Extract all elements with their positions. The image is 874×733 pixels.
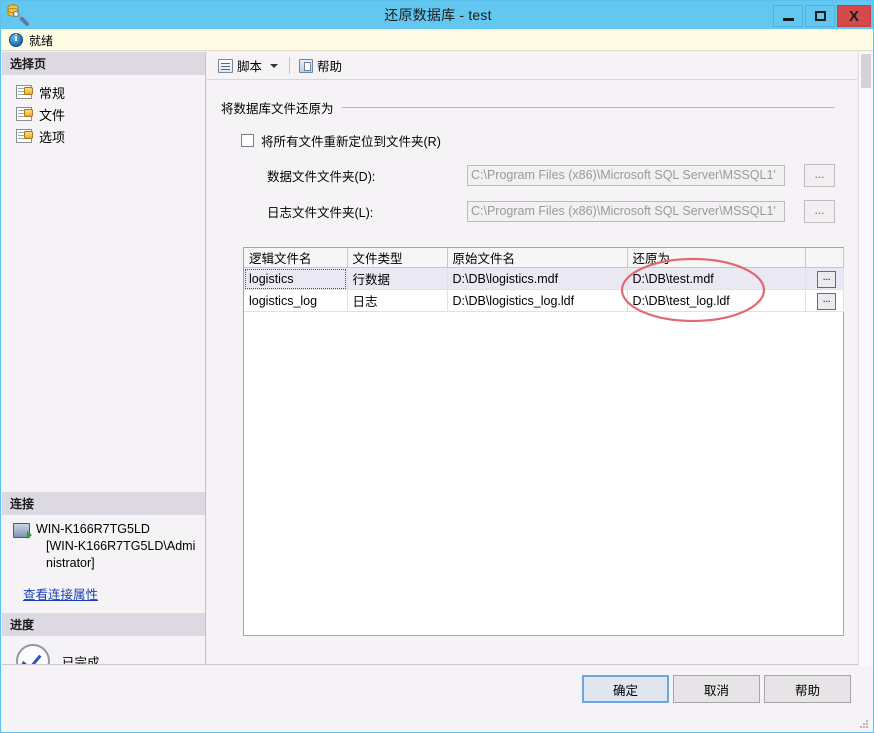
- cell-original-name[interactable]: D:\DB\logistics_log.ldf: [447, 289, 628, 312]
- chevron-down-icon[interactable]: [270, 63, 279, 68]
- data-folder-browse-button[interactable]: ...: [804, 164, 835, 187]
- close-icon: X: [848, 7, 859, 25]
- connection-info: WIN-K166R7TG5LD [WIN-K166R7TG5LD\Adminis…: [2, 515, 205, 613]
- restore-database-icon: [4, 2, 30, 28]
- cell-file-type[interactable]: 日志: [347, 289, 448, 312]
- progress-header: 进度: [2, 613, 205, 636]
- cancel-button[interactable]: 取消: [673, 675, 760, 703]
- script-label: 脚本: [237, 60, 263, 74]
- cell-original-name[interactable]: D:\DB\logistics.mdf: [447, 267, 628, 290]
- script-button[interactable]: 脚本: [214, 55, 266, 77]
- script-icon: [218, 58, 233, 73]
- page-icon: [16, 107, 33, 121]
- data-folder-label: 数据文件文件夹(D):: [267, 170, 376, 184]
- server-icon: [13, 523, 32, 539]
- column-header-original-name[interactable]: 原始文件名: [447, 248, 628, 268]
- table-row[interactable]: logistics 行数据 D:\DB\logistics.mdf D:\DB\…: [244, 267, 844, 290]
- minimize-button[interactable]: [773, 5, 803, 27]
- help-label: 帮助: [317, 60, 343, 74]
- row-browse-button[interactable]: ...: [817, 293, 836, 310]
- select-page-header: 选择页: [2, 52, 205, 75]
- minimize-icon: [783, 18, 794, 21]
- help-icon: [299, 58, 314, 73]
- vertical-scrollbar[interactable]: [858, 52, 873, 666]
- toolbar-separator: [289, 57, 291, 74]
- sidebar-item-options[interactable]: 选项: [16, 125, 205, 147]
- connection-user: [WIN-K166R7TG5LD\Administrator]: [46, 539, 196, 570]
- footer: 确定 取消 帮助: [2, 665, 873, 732]
- cell-logical-name[interactable]: logistics_log: [244, 289, 348, 312]
- group-title-row: 将数据库文件还原为: [221, 98, 835, 117]
- column-header-file-type[interactable]: 文件类型: [347, 248, 448, 268]
- restore-files-group: 将数据库文件还原为 将所有文件重新定位到文件夹(R) 数据文件文件夹(D): C…: [207, 80, 857, 223]
- window-title: 还原数据库 - test: [384, 7, 492, 23]
- column-header-restore-as[interactable]: 还原为: [627, 248, 806, 268]
- resize-grip[interactable]: [858, 718, 870, 730]
- grid-header-row: 逻辑文件名 文件类型 原始文件名 还原为: [244, 248, 844, 268]
- table-row[interactable]: logistics_log 日志 D:\DB\logistics_log.ldf…: [244, 289, 844, 312]
- log-folder-row: 日志文件文件夹(L): C:\Program Files (x86)\Micro…: [221, 200, 835, 223]
- view-connection-properties-link[interactable]: 查看连接属性: [10, 572, 98, 609]
- relocate-all-files-row[interactable]: 将所有文件重新定位到文件夹(R): [241, 131, 835, 150]
- data-folder-input[interactable]: C:\Program Files (x86)\Microsoft SQL Ser…: [467, 165, 785, 186]
- column-header-actions: [805, 248, 844, 268]
- restore-database-dialog: 还原数据库 - test X 就绪 选择页 常规 文件: [0, 0, 874, 733]
- cell-file-type[interactable]: 行数据: [347, 267, 448, 290]
- cell-logical-name[interactable]: logistics: [244, 267, 348, 290]
- connection-server: WIN-K166R7TG5LD: [36, 522, 150, 536]
- close-button[interactable]: X: [837, 5, 871, 27]
- scrollbar-thumb[interactable]: [861, 54, 871, 88]
- cell-restore-as[interactable]: D:\DB\test_log.ldf: [627, 289, 806, 312]
- help-button[interactable]: 帮助: [295, 55, 346, 77]
- log-folder-label: 日志文件文件夹(L):: [267, 206, 374, 220]
- sidebar: 选择页 常规 文件 选项 连接 WIN-K166R7TG5LD [WIN-K16…: [2, 52, 206, 678]
- data-folder-row: 数据文件文件夹(D): C:\Program Files (x86)\Micro…: [221, 164, 835, 187]
- column-header-logical-name[interactable]: 逻辑文件名: [244, 248, 348, 268]
- row-browse-button[interactable]: ...: [817, 271, 836, 288]
- connection-header: 连接: [2, 492, 205, 515]
- relocate-all-files-checkbox[interactable]: [241, 134, 254, 147]
- cell-restore-as[interactable]: D:\DB\test.mdf: [627, 267, 806, 290]
- sidebar-item-general[interactable]: 常规: [16, 81, 205, 103]
- status-bar: 就绪: [2, 30, 873, 51]
- maximize-button[interactable]: [805, 5, 835, 27]
- ok-button[interactable]: 确定: [582, 675, 669, 703]
- page-icon: [16, 85, 33, 99]
- restore-files-grid[interactable]: 逻辑文件名 文件类型 原始文件名 还原为 logistics 行数据 D:\DB…: [243, 247, 844, 636]
- connection-text: WIN-K166R7TG5LD [WIN-K166R7TG5LD\Adminis…: [36, 521, 197, 572]
- cell-actions: ...: [805, 289, 844, 312]
- toolbar: 脚本 帮助: [207, 52, 857, 80]
- log-folder-browse-button[interactable]: ...: [804, 200, 835, 223]
- cell-actions: ...: [805, 267, 844, 290]
- maximize-icon: [815, 11, 826, 21]
- log-folder-input[interactable]: C:\Program Files (x86)\Microsoft SQL Ser…: [467, 201, 785, 222]
- info-icon: [9, 33, 23, 47]
- connection-section: 连接 WIN-K166R7TG5LD [WIN-K166R7TG5LD\Admi…: [2, 492, 205, 613]
- group-rule: [341, 107, 835, 108]
- title-bar: 还原数据库 - test X: [1, 1, 873, 29]
- status-text: 就绪: [29, 33, 54, 48]
- page-list: 常规 文件 选项: [2, 75, 205, 147]
- sidebar-item-label: 常规: [39, 85, 66, 101]
- group-title: 将数据库文件还原为: [221, 102, 334, 116]
- footer-help-button[interactable]: 帮助: [764, 675, 851, 703]
- sidebar-item-label: 选项: [39, 129, 66, 145]
- sidebar-item-files[interactable]: 文件: [16, 103, 205, 125]
- sidebar-item-label: 文件: [39, 107, 66, 123]
- relocate-all-files-label: 将所有文件重新定位到文件夹(R): [261, 135, 441, 149]
- page-icon: [16, 129, 33, 143]
